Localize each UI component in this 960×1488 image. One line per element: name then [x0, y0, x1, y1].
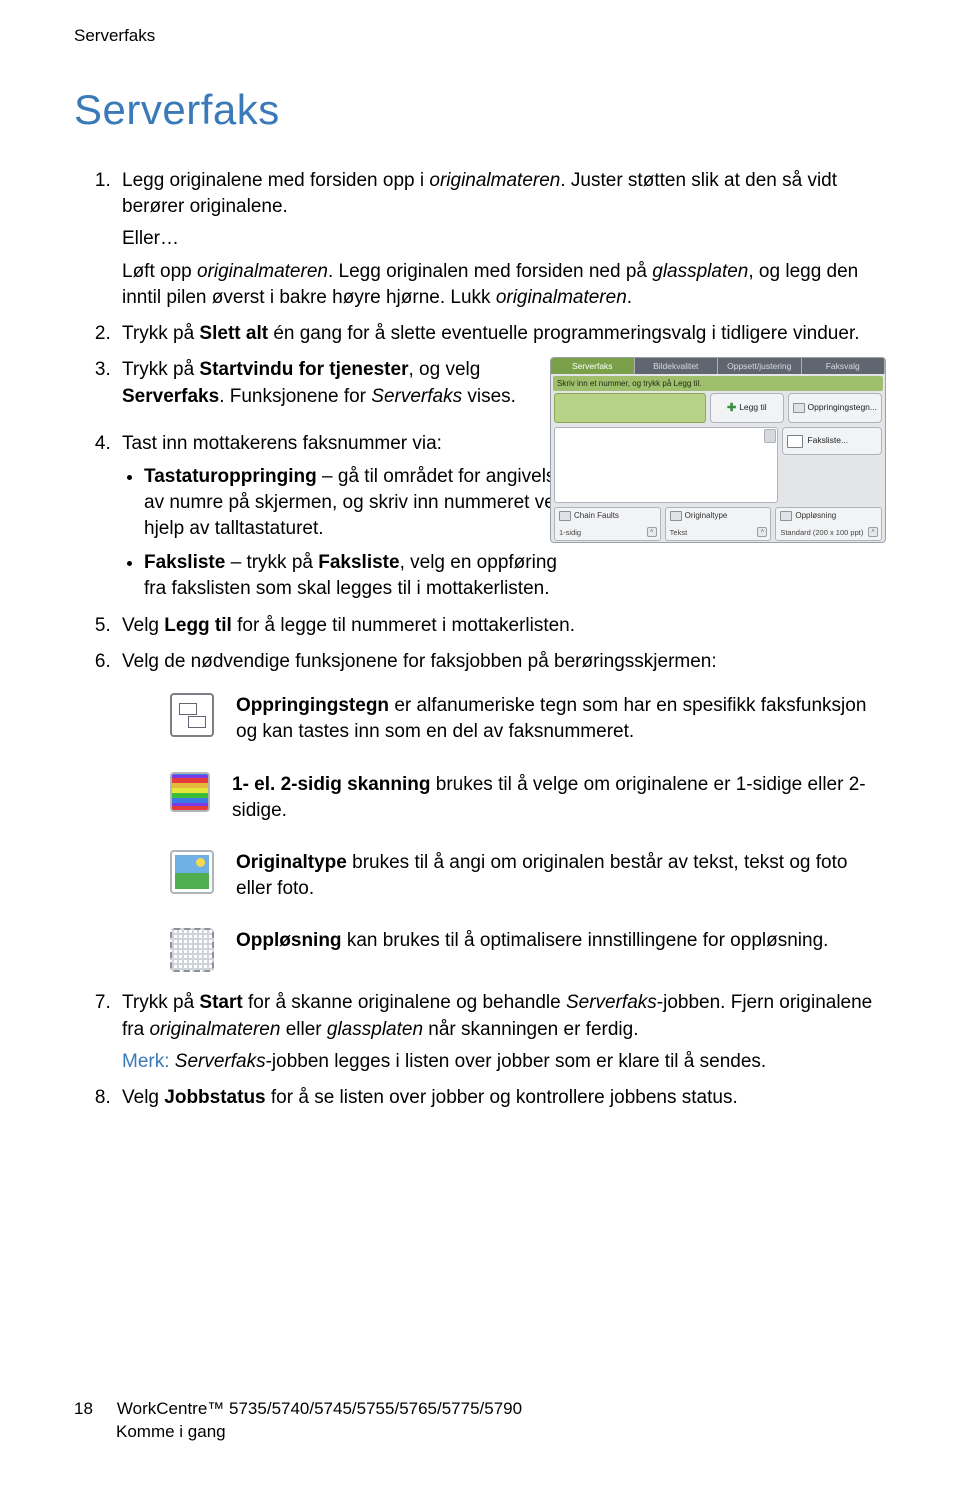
- number-input[interactable]: [554, 393, 706, 423]
- dialchar-icon: [793, 403, 805, 413]
- bullet-tastatur: Tastaturoppringing – gå til området for …: [144, 464, 582, 543]
- footer-section: Komme i gang: [116, 1422, 226, 1441]
- chevron-up-icon: ˄: [647, 527, 657, 537]
- tab-bildekvalitet[interactable]: Bildekvalitet: [635, 358, 719, 374]
- plus-icon: ✚: [727, 401, 736, 416]
- opt-sides[interactable]: Chain Faults 1-sidig ˄: [554, 507, 661, 541]
- step-list: Legg originalene med forsiden opp i orig…: [74, 168, 886, 1111]
- tab-faksvalg[interactable]: Faksvalg: [802, 358, 886, 374]
- step-2: Trykk på Slett alt én gang for å slette …: [116, 321, 886, 347]
- note-label: Merk:: [122, 1051, 170, 1072]
- resolution-feature-icon: [170, 928, 214, 972]
- chevron-up-icon: ˄: [757, 527, 767, 537]
- sides-feature-icon: [170, 772, 210, 812]
- running-header: Serverfaks: [74, 26, 886, 46]
- step-5: Velg Legg til for å legge til nummeret i…: [116, 613, 886, 639]
- tab-serverfaks[interactable]: Serverfaks: [551, 358, 635, 374]
- step-4: Tast inn mottakerens faksnummer via: Tas…: [116, 431, 582, 602]
- origtype-icon: [670, 511, 682, 521]
- panel-tabs: Serverfaks Bildekvalitet Oppsett/justeri…: [551, 358, 885, 374]
- sides-icon: [559, 511, 571, 521]
- chevron-up-icon: ˄: [868, 527, 878, 537]
- faksliste-button[interactable]: Faksliste...: [782, 427, 882, 455]
- dialchar-feature-icon: [170, 693, 214, 737]
- resolution-icon: [780, 511, 792, 521]
- tab-oppsett[interactable]: Oppsett/justering: [718, 358, 802, 374]
- feature-sidig: 1- el. 2-sidig skanning brukes til å vel…: [170, 772, 886, 824]
- page-title: Serverfaks: [74, 86, 886, 134]
- opt-originaltype[interactable]: Originaltype Tekst ˄: [665, 507, 772, 541]
- panel-instruction: Skriv inn et nummer, og trykk på Legg ti…: [553, 376, 883, 391]
- step-8: Velg Jobbstatus for å se listen over job…: [116, 1085, 886, 1111]
- page-footer: 18 WorkCentre™ 5735/5740/5745/5755/5765/5…: [74, 1398, 522, 1444]
- feature-opplosning: Oppløsning kan brukes til å optimalisere…: [170, 928, 886, 972]
- recipient-list[interactable]: [554, 427, 778, 503]
- faxlist-icon: [787, 435, 803, 448]
- page-number: 18: [74, 1398, 93, 1421]
- step-7: Trykk på Start for å skanne originalene …: [116, 990, 886, 1075]
- leggtil-button[interactable]: ✚Legg til: [710, 393, 783, 423]
- feature-originaltype: Originaltype brukes til å angi om origin…: [170, 850, 886, 902]
- footer-product: WorkCentre™ 5735/5740/5745/5755/5765/577…: [117, 1399, 522, 1418]
- step-1: Legg originalene med forsiden opp i orig…: [116, 168, 886, 311]
- feature-block: Oppringingstegn er alfanumeriske tegn so…: [170, 693, 886, 972]
- step-6: Velg de nødvendige funksjonene for faksj…: [116, 649, 886, 973]
- oppringingstegn-button[interactable]: Oppringingstegn...: [788, 393, 882, 423]
- origtype-feature-icon: [170, 850, 214, 894]
- opt-resolution[interactable]: Oppløsning Standard (200 x 100 ppt) ˄: [775, 507, 882, 541]
- scroll-thumb[interactable]: [764, 429, 776, 443]
- bullet-faksliste: Faksliste – trykk på Faksliste, velg en …: [144, 550, 582, 602]
- feature-oppringingstegn: Oppringingstegn er alfanumeriske tegn so…: [170, 693, 886, 745]
- serverfaks-panel: Serverfaks Bildekvalitet Oppsett/justeri…: [550, 357, 886, 543]
